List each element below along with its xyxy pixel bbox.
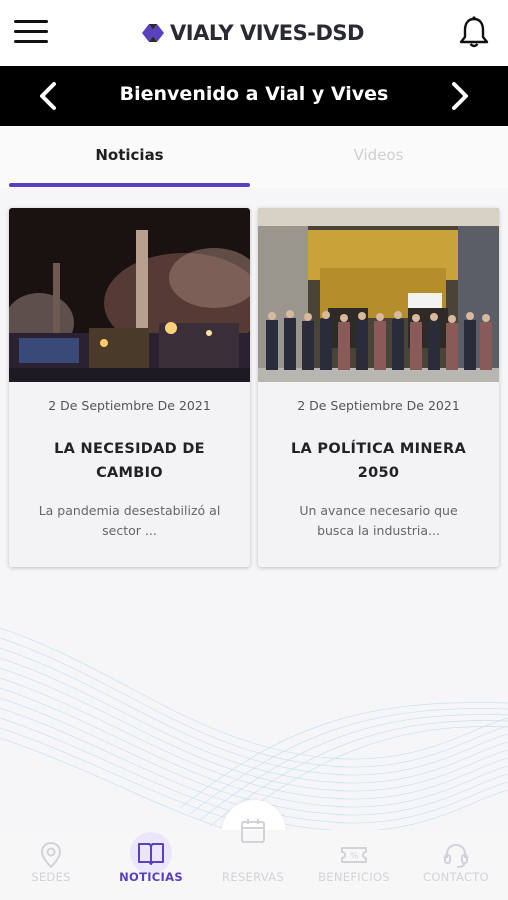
nav-label: NOTICIAS [119,870,183,884]
svg-text:%: % [350,852,359,862]
news-excerpt: Un avance necesario que busca la industr… [299,503,458,538]
welcome-banner: Bienvenido a Vial y Vives [0,66,508,126]
tab-videos[interactable]: Videos [258,126,499,188]
news-card[interactable]: 2 De Septiembre De 2021 LA NECESIDAD DE … [9,208,250,567]
industrial-plant-night-image [9,208,250,382]
nav-sedes[interactable]: SEDES [1,830,101,900]
news-date: 2 De Septiembre De 2021 [48,398,211,413]
news-tabs: Noticias Videos [0,126,508,188]
news-title: LA NECESIDAD DE CAMBIO [54,441,205,481]
chevron-right-icon[interactable] [444,80,474,112]
news-date: 2 De Septiembre De 2021 [297,398,460,413]
nav-reservas[interactable]: RESERVAS [203,819,303,900]
news-title: LA POLÍTICA MINERA 2050 [291,441,466,481]
hamburger-menu-icon[interactable] [14,18,50,46]
ticket-icon: % [341,847,367,863]
active-tab-indicator [9,183,250,187]
nav-noticias[interactable]: NOTICIAS [101,830,201,900]
mining-truck-group-photo-image [258,208,499,382]
brand-logo: VIALY VIVES-DSD [140,18,364,48]
tab-noticias[interactable]: Noticias [9,126,250,188]
news-card[interactable]: 2 De Septiembre De 2021 LA POLÍTICA MINE… [258,208,499,567]
bell-icon[interactable] [456,14,492,50]
news-list: 2 De Septiembre De 2021 LA NECESIDAD DE … [0,188,508,830]
nav-beneficios[interactable]: % BENEFICIOS [304,830,404,900]
brand-mark-icon [142,24,164,42]
nav-contacto[interactable]: CONTACTO [406,830,506,900]
banner-title: Bienvenido a Vial y Vives [119,83,389,105]
app-header: VIALY VIVES-DSD [0,0,508,66]
news-excerpt: La pandemia desestabilizó al sector ... [38,503,221,538]
nav-label: RESERVAS [222,870,284,884]
brand-name: VIALY VIVES-DSD [170,21,364,45]
wave-background-decoration [0,627,508,830]
nav-label: BENEFICIOS [318,870,390,884]
calendar-icon [241,819,265,843]
location-pin-icon [40,841,62,869]
nav-label: CONTACTO [423,870,489,884]
headset-icon [444,843,468,868]
bottom-navigation: SEDES NOTICIAS RESERVAS % BENEFICIOS CON… [0,819,508,900]
book-icon [138,843,164,865]
nav-label: SEDES [31,870,71,884]
